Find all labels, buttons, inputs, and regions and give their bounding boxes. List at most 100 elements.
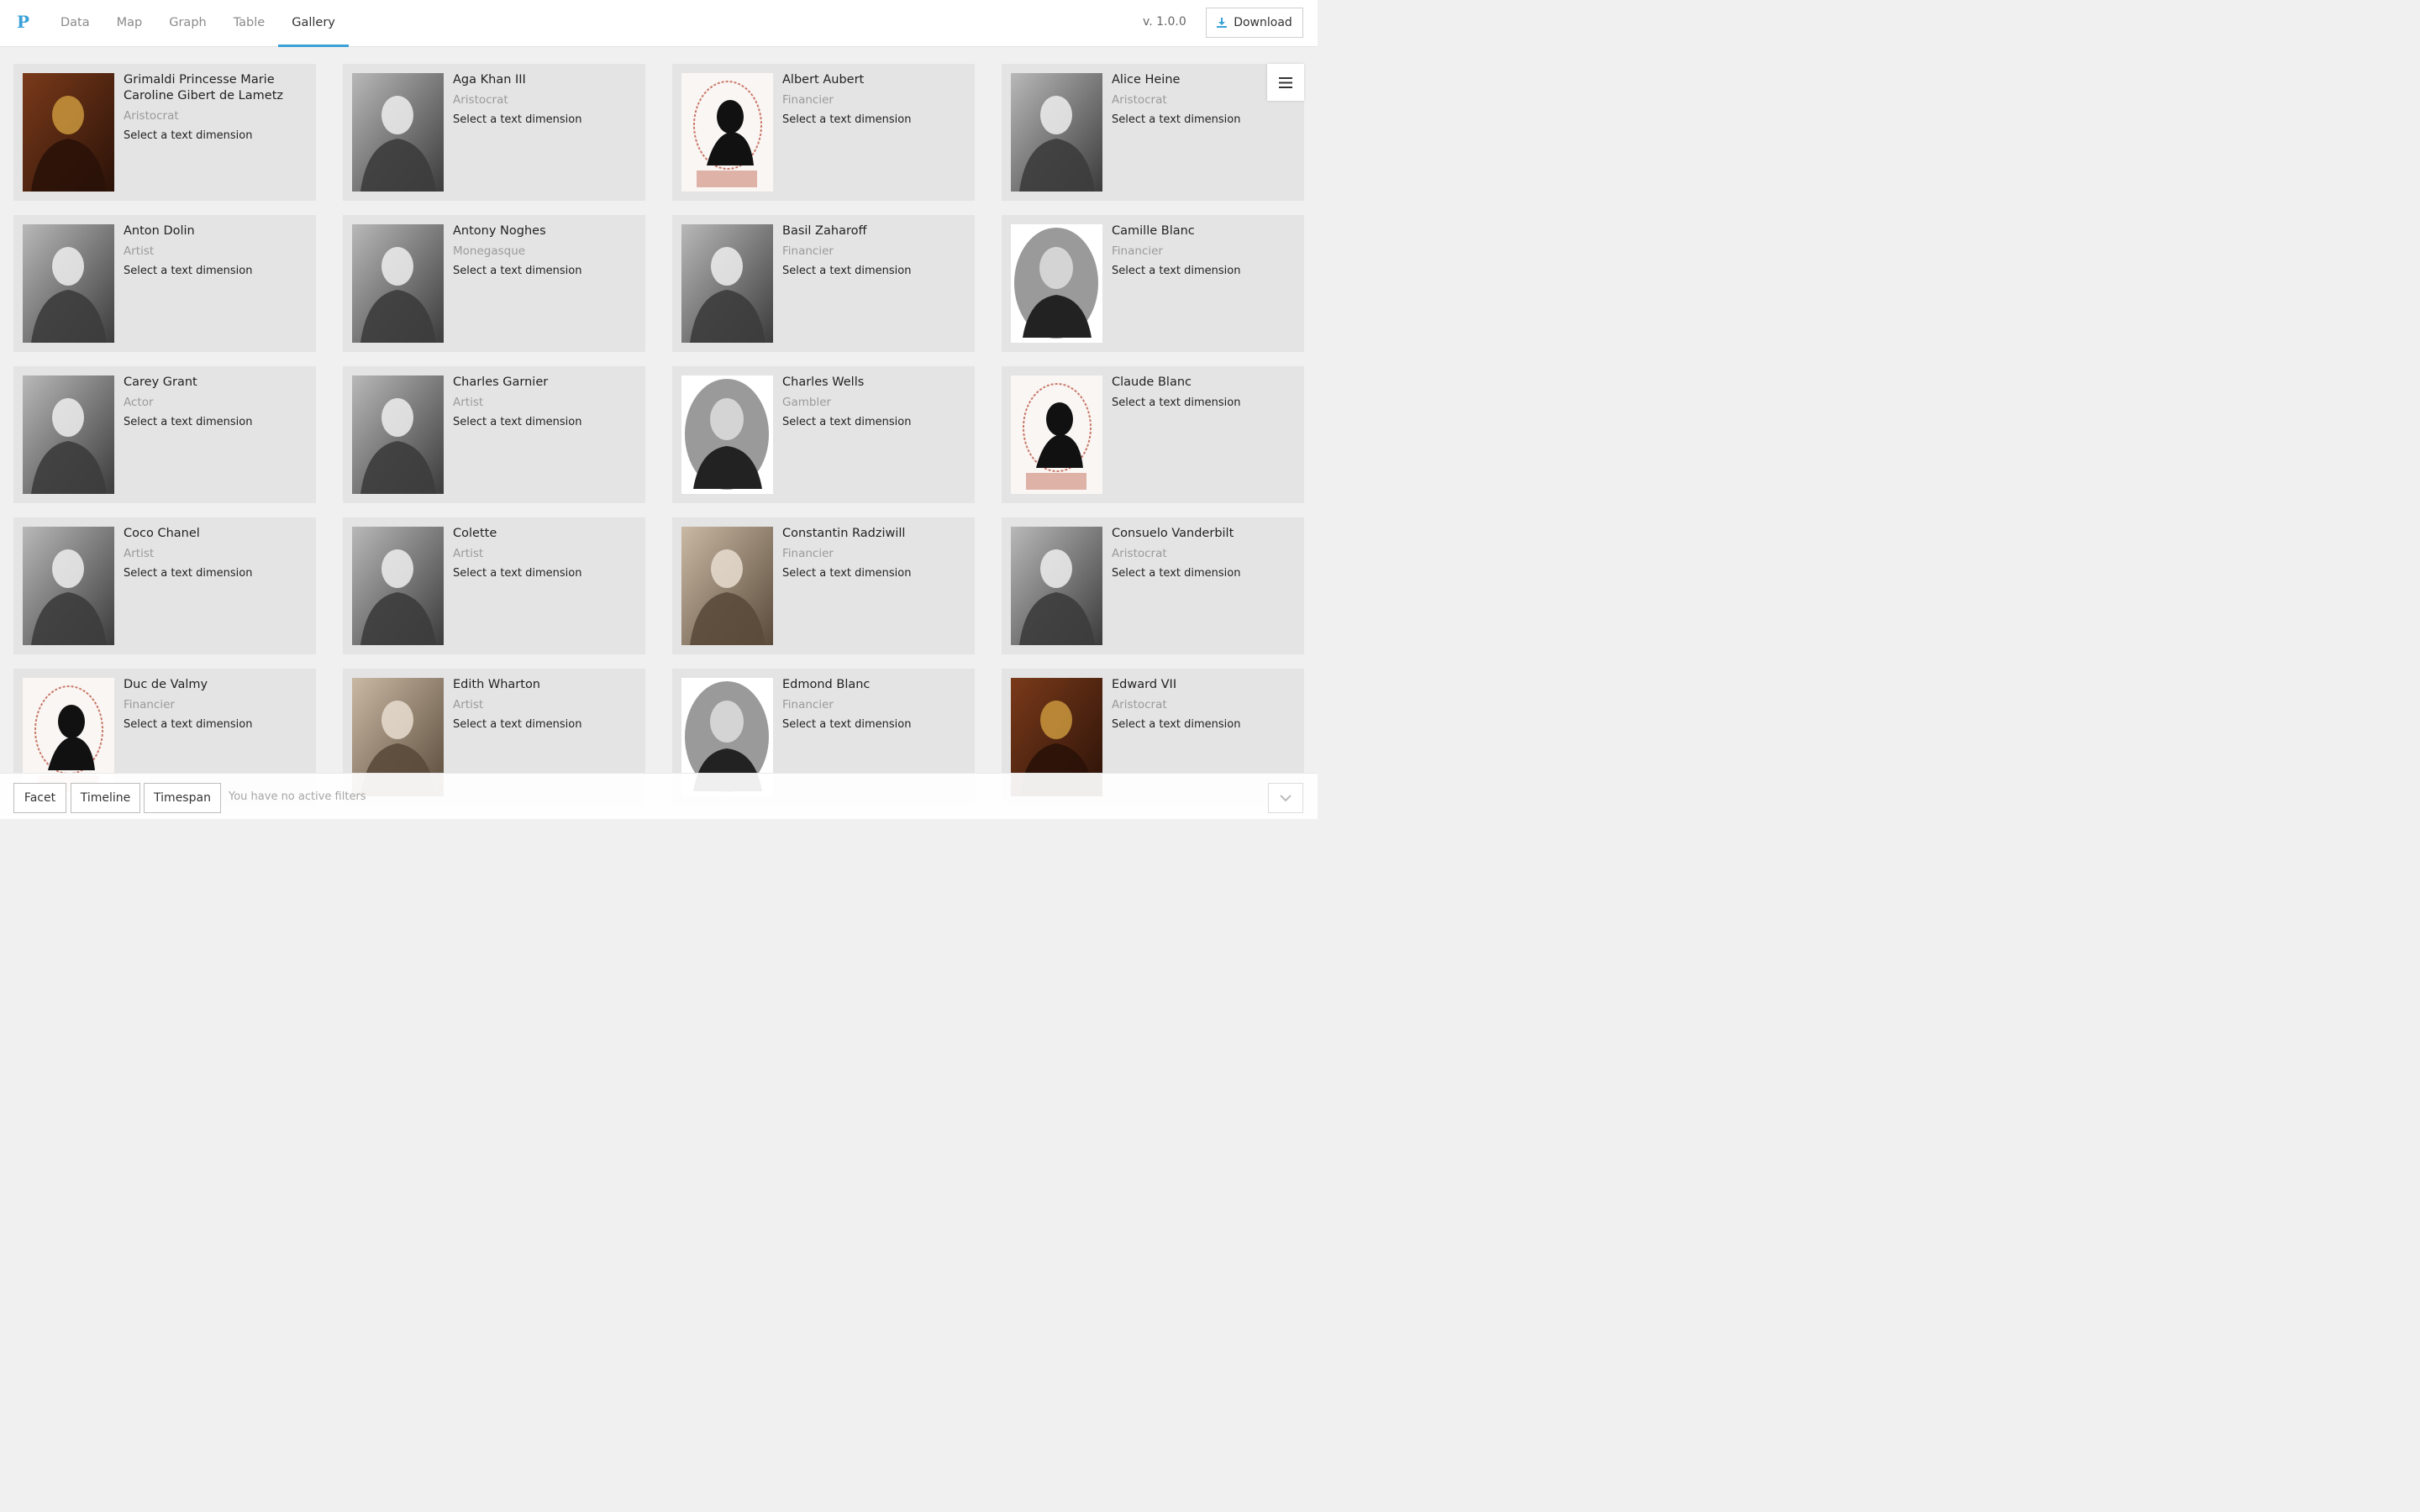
chevron-down-icon: [1280, 794, 1292, 801]
card-photo[interactable]: [681, 73, 773, 192]
card-info: Colette Artist Select a text dimension: [453, 526, 635, 581]
card-category: Financier: [782, 698, 834, 711]
timeline-button[interactable]: Timeline: [71, 783, 140, 813]
card-name: Aga Khan III: [453, 73, 526, 87]
card-photo[interactable]: [681, 527, 773, 645]
app-logo[interactable]: P: [17, 12, 29, 32]
card-name: Coco Chanel: [124, 527, 200, 540]
card-photo[interactable]: [681, 375, 773, 494]
gallery-card[interactable]: Charles Garnier Artist Select a text dimen…: [343, 366, 645, 503]
gallery-card[interactable]: Claude Blanc Select a text dimension: [1002, 366, 1304, 503]
card-photo[interactable]: [23, 73, 114, 192]
facet-button[interactable]: Facet: [13, 783, 66, 813]
card-category: Aristocrat: [453, 93, 508, 107]
card-name: Constantin Radziwill: [782, 527, 906, 540]
card-info: Duc de Valmy Financier Select a text dimen…: [124, 677, 306, 732]
card-text-dimension: Select a text dimension: [1112, 265, 1241, 277]
gallery-card[interactable]: Coco Chanel Artist Select a text dimension: [13, 517, 316, 654]
card-text-dimension: Select a text dimension: [1112, 567, 1241, 580]
gallery-card[interactable]: Antony Noghes Monegasque Select a text dim…: [343, 215, 645, 352]
gallery-card[interactable]: Grimaldi Princesse Marie Caroline Gibert…: [13, 64, 316, 201]
card-text-dimension: Select a text dimension: [782, 113, 912, 126]
card-photo[interactable]: [681, 224, 773, 343]
card-category: Financier: [782, 547, 834, 560]
card-info: Antony Noghes Monegasque Select a text dim…: [453, 223, 635, 279]
card-photo[interactable]: [1011, 73, 1102, 192]
card-info: Grimaldi Princesse Marie Caroline Gibert…: [124, 72, 306, 144]
card-name: Anton Dolin: [124, 224, 195, 238]
card-info: Constantin Radziwill Financier Select a te…: [782, 526, 965, 581]
tab-table[interactable]: Table: [220, 0, 279, 47]
card-text-dimension: Select a text dimension: [782, 718, 912, 731]
gallery-card[interactable]: Constantin Radziwill Financier Select a te…: [672, 517, 975, 654]
card-info: Charles Garnier Artist Select a text dimen…: [453, 375, 635, 430]
download-button-label: Download: [1234, 16, 1292, 29]
card-category: Gambler: [782, 396, 832, 409]
timespan-button[interactable]: Timespan: [144, 783, 221, 813]
card-category: Monegasque: [453, 244, 526, 258]
card-photo[interactable]: [1011, 375, 1102, 494]
filter-bar: Facet Timeline Timespan You have no acti…: [0, 773, 1318, 819]
gallery-card[interactable]: Charles Wells Gambler Select a text dimens…: [672, 366, 975, 503]
card-name: Edward VII: [1112, 678, 1177, 691]
tab-map[interactable]: Map: [103, 0, 156, 47]
collapse-button[interactable]: [1268, 783, 1303, 813]
filter-status: You have no active filters: [229, 790, 366, 803]
card-category: Artist: [453, 396, 484, 409]
gallery-card[interactable]: Aga Khan III Aristocrat Select a text dime…: [343, 64, 645, 201]
card-text-dimension: Select a text dimension: [1112, 396, 1241, 409]
card-text-dimension: Select a text dimension: [1112, 113, 1241, 126]
gallery-card[interactable]: Albert Aubert Financier Select a text dime…: [672, 64, 975, 201]
download-button[interactable]: Download: [1206, 8, 1303, 38]
card-category: Aristocrat: [124, 109, 179, 123]
gallery-card[interactable]: Consuelo Vanderbilt Aristocrat Select a te…: [1002, 517, 1304, 654]
card-category: Actor: [124, 396, 154, 409]
card-photo[interactable]: [1011, 224, 1102, 343]
gallery-card[interactable]: Camille Blanc Financier Select a text dime…: [1002, 215, 1304, 352]
tab-data[interactable]: Data: [47, 0, 103, 47]
card-name: Grimaldi Princesse Marie Caroline Gibert…: [124, 73, 283, 102]
card-info: Anton Dolin Artist Select a text dimension: [124, 223, 306, 279]
card-photo[interactable]: [352, 224, 444, 343]
card-category: Aristocrat: [1112, 547, 1167, 560]
card-text-dimension: Select a text dimension: [782, 416, 912, 428]
card-info: Coco Chanel Artist Select a text dimension: [124, 526, 306, 581]
card-info: Charles Wells Gambler Select a text dimens…: [782, 375, 965, 430]
card-category: Financier: [782, 93, 834, 107]
card-photo[interactable]: [352, 527, 444, 645]
card-name: Charles Wells: [782, 375, 865, 389]
card-photo[interactable]: [1011, 527, 1102, 645]
tab-graph[interactable]: Graph: [155, 0, 219, 47]
card-category: Artist: [124, 244, 155, 258]
version-label: v. 1.0.0: [1143, 15, 1186, 29]
card-text-dimension: Select a text dimension: [1112, 718, 1241, 731]
tab-gallery[interactable]: Gallery: [278, 0, 349, 47]
card-info: Claude Blanc Select a text dimension: [1112, 375, 1294, 411]
gallery-grid: Grimaldi Princesse Marie Caroline Gibert…: [13, 64, 1304, 806]
card-name: Camille Blanc: [1112, 224, 1195, 238]
card-name: Consuelo Vanderbilt: [1112, 527, 1234, 540]
gallery-card[interactable]: Carey Grant Actor Select a text dimension: [13, 366, 316, 503]
gallery-card[interactable]: Alice Heine Aristocrat Select a text dimen…: [1002, 64, 1304, 201]
card-photo[interactable]: [352, 375, 444, 494]
card-photo[interactable]: [23, 224, 114, 343]
card-text-dimension: Select a text dimension: [453, 416, 582, 428]
card-category: Financier: [124, 698, 175, 711]
card-info: Edith Wharton Artist Select a text dimensi…: [453, 677, 635, 732]
card-photo[interactable]: [23, 527, 114, 645]
card-info: Basil Zaharoff Financier Select a text dim…: [782, 223, 965, 279]
card-category: Artist: [124, 547, 155, 560]
card-name: Carey Grant: [124, 375, 197, 389]
card-name: Edith Wharton: [453, 678, 540, 691]
view-tabs: Data Map Graph Table Gallery: [47, 0, 349, 47]
card-text-dimension: Select a text dimension: [124, 265, 253, 277]
card-text-dimension: Select a text dimension: [782, 265, 912, 277]
gallery-card[interactable]: Colette Artist Select a text dimension: [343, 517, 645, 654]
card-photo[interactable]: [23, 375, 114, 494]
gallery-card[interactable]: Basil Zaharoff Financier Select a text dim…: [672, 215, 975, 352]
card-photo[interactable]: [352, 73, 444, 192]
gallery-menu-button[interactable]: [1267, 64, 1304, 101]
card-text-dimension: Select a text dimension: [782, 567, 912, 580]
gallery-card[interactable]: Anton Dolin Artist Select a text dimension: [13, 215, 316, 352]
card-text-dimension: Select a text dimension: [124, 718, 253, 731]
